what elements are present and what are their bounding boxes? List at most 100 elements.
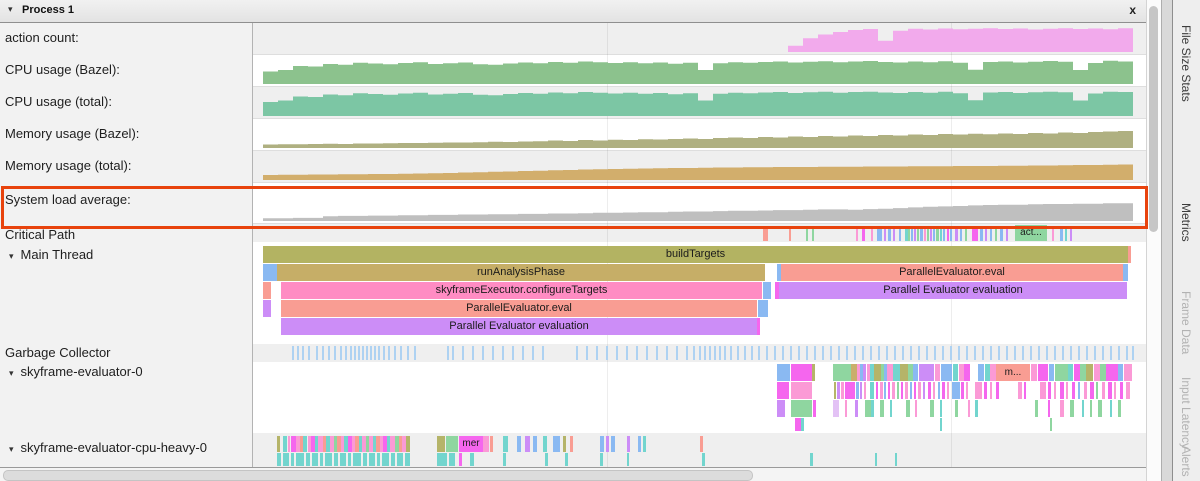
gc-tick[interactable] bbox=[1038, 346, 1040, 360]
cpu-heavy-slice[interactable] bbox=[570, 436, 573, 452]
gc-tick[interactable] bbox=[350, 346, 352, 360]
evaluator0-slice[interactable] bbox=[777, 364, 790, 381]
evaluator0-slice[interactable] bbox=[1114, 382, 1116, 399]
evaluator0-slice[interactable] bbox=[914, 382, 916, 399]
cpu-heavy-slice[interactable] bbox=[306, 453, 310, 466]
evaluator0-slice[interactable] bbox=[933, 382, 935, 399]
flame-slice[interactable] bbox=[758, 300, 768, 317]
gc-tick[interactable] bbox=[394, 346, 396, 360]
evaluator0-slice[interactable] bbox=[1120, 382, 1123, 399]
gc-tick[interactable] bbox=[666, 346, 668, 360]
gc-tick[interactable] bbox=[1078, 346, 1080, 360]
evaluator0-slice[interactable] bbox=[915, 400, 917, 417]
gc-tick[interactable] bbox=[1062, 346, 1064, 360]
cpu-heavy-slice[interactable] bbox=[348, 453, 351, 466]
evaluator0-slice[interactable] bbox=[938, 382, 940, 399]
evaluator0-slice[interactable] bbox=[1108, 382, 1112, 399]
flame-slice[interactable]: buildTargets bbox=[263, 246, 1128, 263]
evaluator0-slice[interactable] bbox=[990, 382, 992, 399]
gc-tick[interactable] bbox=[512, 346, 514, 360]
gc-tick[interactable] bbox=[737, 346, 739, 360]
gc-tick[interactable] bbox=[596, 346, 598, 360]
evaluator0-slice[interactable] bbox=[813, 400, 816, 417]
gc-tick[interactable] bbox=[902, 346, 904, 360]
evaluator0-slice[interactable] bbox=[906, 400, 910, 417]
gc-tick[interactable] bbox=[586, 346, 588, 360]
cpu-heavy-slice[interactable] bbox=[283, 453, 289, 466]
gc-tick[interactable] bbox=[316, 346, 318, 360]
evaluator0-slice[interactable] bbox=[777, 382, 789, 399]
cpu-heavy-slice[interactable] bbox=[600, 436, 604, 452]
gc-tick[interactable] bbox=[958, 346, 960, 360]
gc-tick[interactable] bbox=[447, 346, 449, 360]
tab-file-size-stats[interactable]: File Size Stats bbox=[1179, 25, 1193, 102]
evaluator0-slice[interactable] bbox=[893, 364, 900, 381]
evaluator0-slice[interactable] bbox=[1060, 382, 1064, 399]
flame-slice[interactable]: skyframeExecutor.configureTargets bbox=[281, 282, 762, 299]
gc-tick[interactable] bbox=[942, 346, 944, 360]
evaluator0-slice[interactable] bbox=[900, 364, 908, 381]
evaluator0-slice[interactable] bbox=[833, 400, 839, 417]
evaluator0-slice[interactable] bbox=[1018, 382, 1022, 399]
gc-tick[interactable] bbox=[340, 346, 342, 360]
cpu-heavy-slice[interactable] bbox=[277, 453, 281, 466]
cpu-heavy-slice[interactable] bbox=[543, 436, 547, 452]
gc-tick[interactable] bbox=[1022, 346, 1024, 360]
gc-tick[interactable] bbox=[1126, 346, 1128, 360]
cpu-heavy-slice[interactable] bbox=[483, 436, 489, 452]
gc-tick[interactable] bbox=[354, 346, 356, 360]
gc-tick[interactable] bbox=[744, 346, 746, 360]
flame-slice[interactable] bbox=[1128, 246, 1131, 263]
evaluator0-slice[interactable] bbox=[1102, 382, 1105, 399]
cpu-heavy-slice[interactable] bbox=[320, 453, 323, 466]
gc-tick[interactable] bbox=[774, 346, 776, 360]
cpu-heavy-slice[interactable] bbox=[643, 436, 646, 452]
evaluator0-slice[interactable] bbox=[940, 418, 942, 431]
gc-tick[interactable] bbox=[714, 346, 716, 360]
evaluator0-slice[interactable] bbox=[1118, 400, 1121, 417]
flame-slice[interactable] bbox=[263, 264, 277, 281]
cpu-heavy-slice[interactable] bbox=[627, 453, 629, 466]
gc-tick[interactable] bbox=[383, 346, 385, 360]
horizontal-scrollbar[interactable] bbox=[0, 467, 1146, 481]
evaluator0-slice[interactable] bbox=[1090, 400, 1092, 417]
evaluator0-slice[interactable] bbox=[884, 382, 886, 399]
gc-tick[interactable] bbox=[686, 346, 688, 360]
panel-splitter[interactable] bbox=[1161, 0, 1173, 481]
gc-tick[interactable] bbox=[918, 346, 920, 360]
gc-tick[interactable] bbox=[606, 346, 608, 360]
evaluator0-slice[interactable] bbox=[1084, 382, 1087, 399]
evaluator0-slice[interactable] bbox=[975, 382, 982, 399]
evaluator0-slice[interactable] bbox=[1054, 382, 1056, 399]
cpu-heavy-slice[interactable] bbox=[325, 453, 332, 466]
evaluator0-slice[interactable] bbox=[1048, 400, 1050, 417]
evaluator0-slice[interactable] bbox=[834, 382, 836, 399]
evaluator0-slice[interactable] bbox=[871, 400, 874, 417]
evaluator0-slice[interactable] bbox=[876, 382, 878, 399]
gc-tick[interactable] bbox=[636, 346, 638, 360]
gc-tick[interactable] bbox=[482, 346, 484, 360]
gc-tick[interactable] bbox=[1094, 346, 1096, 360]
counter-area-3[interactable] bbox=[263, 131, 1133, 148]
gc-tick[interactable] bbox=[322, 346, 324, 360]
cpu-heavy-slice[interactable] bbox=[437, 436, 445, 452]
gc-tick[interactable] bbox=[532, 346, 534, 360]
gc-tick[interactable] bbox=[522, 346, 524, 360]
evaluator0-slice[interactable] bbox=[860, 382, 862, 399]
evaluator0-slice[interactable] bbox=[984, 382, 987, 399]
flame-slice[interactable] bbox=[263, 300, 271, 317]
gc-tick[interactable] bbox=[699, 346, 701, 360]
gc-tick[interactable] bbox=[292, 346, 294, 360]
cpu-heavy-slice[interactable] bbox=[700, 436, 703, 452]
evaluator0-slice[interactable] bbox=[791, 382, 812, 399]
cpu-heavy-slice[interactable] bbox=[490, 436, 493, 452]
evaluator0-slice[interactable] bbox=[1078, 382, 1080, 399]
cpu-heavy-slice[interactable] bbox=[525, 436, 530, 452]
evaluator0-slice[interactable] bbox=[928, 382, 931, 399]
evaluator0-slice[interactable] bbox=[801, 418, 804, 431]
cpu-heavy-slice[interactable] bbox=[353, 453, 361, 466]
gc-tick[interactable] bbox=[492, 346, 494, 360]
cpu-heavy-slice[interactable] bbox=[702, 453, 705, 466]
gc-tick[interactable] bbox=[1102, 346, 1104, 360]
gc-tick[interactable] bbox=[400, 346, 402, 360]
